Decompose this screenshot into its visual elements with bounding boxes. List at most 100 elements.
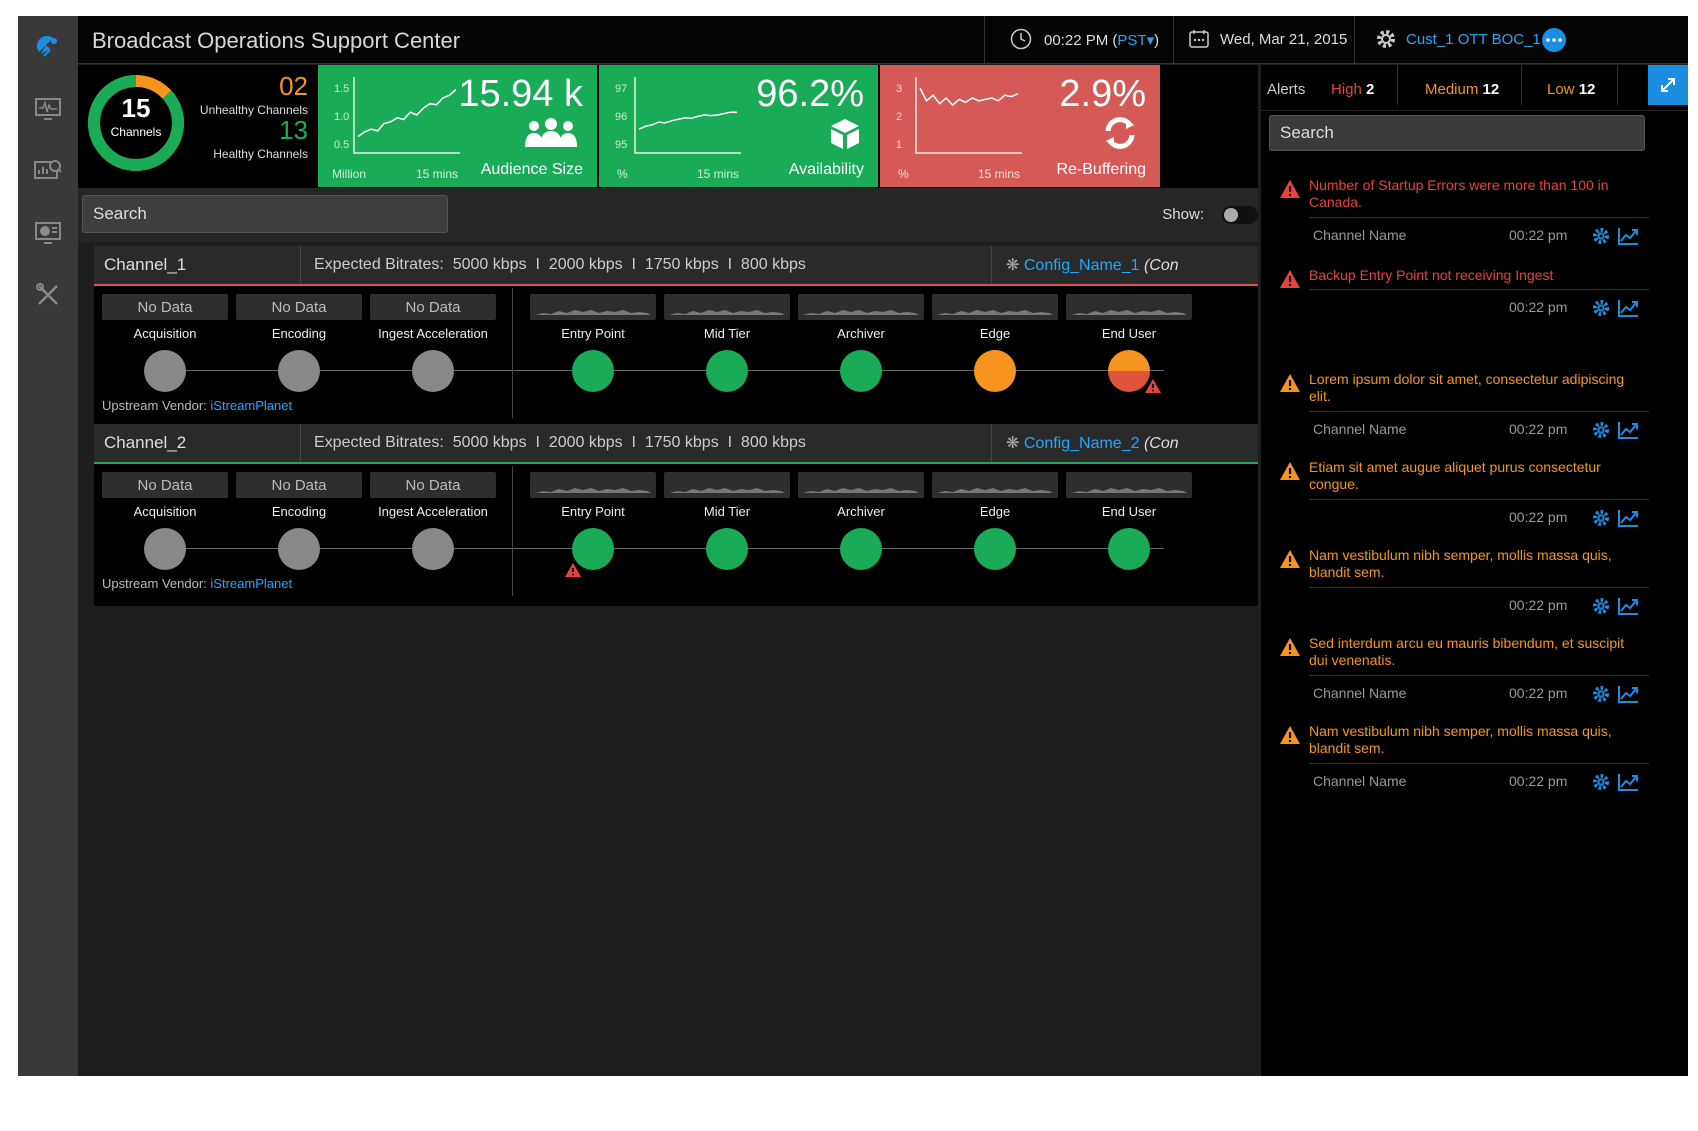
stage-status-dot[interactable] — [840, 528, 882, 570]
alerts-title: Alerts — [1267, 81, 1306, 98]
top-bar: Broadcast Operations Support Center 00:2… — [78, 16, 1688, 64]
monitor-dashboard-icon[interactable] — [31, 216, 65, 250]
stage-status-dot[interactable] — [412, 350, 454, 392]
gear-icon[interactable] — [1591, 596, 1611, 616]
stage-label: Mid Tier — [703, 504, 751, 519]
current-date: Wed, Mar 21, 2015 — [1220, 31, 1348, 48]
satellite-dish-logo-icon[interactable] — [31, 30, 65, 64]
monitor-search-icon[interactable] — [31, 154, 65, 188]
upstream-vendor: Upstream Vendor: iStreamPlanet — [102, 576, 293, 591]
stage-status-dot[interactable] — [840, 350, 882, 392]
traffic-sparkline — [1066, 472, 1192, 498]
stage-acquisition[interactable]: No Data Acquisition — [102, 472, 228, 570]
trend-chart-icon[interactable] — [1617, 508, 1639, 528]
trend-chart-icon[interactable] — [1617, 596, 1639, 616]
stage-status-dot[interactable] — [706, 350, 748, 392]
stage-edge[interactable]: Edge — [932, 472, 1058, 570]
trend-chart-icon[interactable] — [1617, 684, 1639, 704]
stage-status-dot[interactable] — [706, 528, 748, 570]
stage-mid-tier[interactable]: Mid Tier — [664, 294, 790, 392]
stage-label: Ingest Acceleration — [378, 326, 488, 341]
stage-ingest-acceleration[interactable]: No Data Ingest Acceleration — [370, 472, 496, 570]
timezone-select[interactable]: PST▾ — [1117, 32, 1154, 49]
vendor-link[interactable]: iStreamPlanet — [210, 576, 292, 591]
tab-high[interactable]: High 2 — [1331, 81, 1374, 98]
channel-name[interactable]: Channel_1 — [104, 255, 186, 275]
rebuffering-caption: Re-Buffering — [1056, 161, 1146, 178]
stage-edge[interactable]: Edge — [932, 294, 1058, 392]
gear-icon[interactable] — [1591, 684, 1611, 704]
channel-header[interactable]: Channel_1 Expected Bitrates: 5000 kbps I … — [94, 246, 1258, 284]
unit-label: Million — [332, 167, 367, 181]
stage-status-dot[interactable] — [278, 528, 320, 570]
stage-status-dot[interactable] — [144, 350, 186, 392]
traffic-sparkline — [530, 472, 656, 498]
availability-tile[interactable]: 97 96 95 % 15 mins 96.2% Availability — [599, 65, 878, 187]
audience-sparkline — [353, 77, 460, 154]
config-link[interactable]: ❋ Config_Name_2 (Con — [1006, 433, 1179, 453]
monitor-waveform-icon[interactable] — [31, 92, 65, 126]
divider — [300, 424, 301, 462]
stage-acquisition[interactable]: No Data Acquisition — [102, 294, 228, 392]
account-name[interactable]: Cust_1 OTT BOC_1 — [1406, 31, 1541, 48]
channel-header[interactable]: Channel_2 Expected Bitrates: 5000 kbps I … — [94, 424, 1258, 462]
stage-mid-tier[interactable]: Mid Tier — [664, 472, 790, 570]
stage-entry-point[interactable]: Entry Point — [530, 294, 656, 392]
stage-ingest-acceleration[interactable]: No Data Ingest Acceleration — [370, 294, 496, 392]
show-toggle[interactable] — [1222, 206, 1258, 224]
divider — [1173, 16, 1174, 64]
channel-name[interactable]: Channel_2 — [104, 433, 186, 453]
trend-chart-icon[interactable] — [1617, 226, 1639, 246]
no-data-chip: No Data — [236, 294, 362, 320]
gear-icon[interactable] — [1374, 27, 1398, 56]
gear-icon[interactable] — [1591, 298, 1611, 318]
toggle-knob — [1224, 208, 1238, 222]
stage-status-dot[interactable] — [974, 528, 1016, 570]
stage-archiver[interactable]: Archiver — [798, 294, 924, 392]
y-tick: 1.5 — [334, 83, 350, 95]
audience-value: 15.94 k — [458, 73, 583, 115]
alert-message: Number of Startup Errors were more than … — [1309, 177, 1609, 210]
stage-entry-point[interactable]: Entry Point — [530, 472, 656, 577]
expand-button[interactable] — [1648, 65, 1688, 105]
stage-status-dot[interactable] — [144, 528, 186, 570]
stage-end-user[interactable]: End User — [1066, 472, 1192, 570]
audience-size-tile[interactable]: 1.5 1.0 0.5 Million 15 mins 15.94 k Audi… — [318, 65, 597, 187]
warning-icon — [1280, 180, 1300, 198]
stage-end-user[interactable]: End User — [1066, 294, 1192, 393]
stage-status-dot[interactable] — [278, 350, 320, 392]
expected-bitrates: Expected Bitrates: 5000 kbps I 2000 kbps… — [314, 256, 806, 273]
gear-icon[interactable] — [1591, 226, 1611, 246]
stage-encoding[interactable]: No Data Encoding — [236, 294, 362, 392]
vendor-link[interactable]: iStreamPlanet — [210, 398, 292, 413]
channel-search-input[interactable] — [82, 195, 448, 233]
stage-status-dot[interactable] — [974, 350, 1016, 392]
alert-time: 00:22 pm — [1509, 421, 1568, 437]
trend-chart-icon[interactable] — [1617, 298, 1639, 318]
tools-icon[interactable] — [31, 278, 65, 312]
stage-status-dot[interactable] — [412, 528, 454, 570]
stage-status-dot[interactable] — [572, 350, 614, 392]
stage-encoding[interactable]: No Data Encoding — [236, 472, 362, 570]
tab-medium[interactable]: Medium 12 — [1425, 81, 1499, 98]
tab-low[interactable]: Low 12 — [1547, 81, 1595, 98]
warning-icon — [1280, 462, 1300, 480]
gear-icon[interactable] — [1591, 772, 1611, 792]
availability-caption: Availability — [788, 161, 864, 178]
unit-label: % — [617, 167, 628, 181]
trend-chart-icon[interactable] — [1617, 772, 1639, 792]
alert-search-input[interactable] — [1269, 115, 1645, 151]
traffic-sparkline — [664, 294, 790, 320]
stage-archiver[interactable]: Archiver — [798, 472, 924, 570]
app-title: Broadcast Operations Support Center — [92, 28, 461, 53]
more-options-icon[interactable] — [1542, 28, 1566, 52]
stage-status-dot[interactable] — [1108, 528, 1150, 570]
trend-chart-icon[interactable] — [1617, 420, 1639, 440]
divider — [1354, 16, 1355, 64]
gear-icon[interactable] — [1591, 420, 1611, 440]
total-channels-label: Channels — [110, 125, 162, 139]
gear-icon[interactable] — [1591, 508, 1611, 528]
channel-health-tile[interactable]: 15 Channels 02 Unhealthy Channels 13 Hea… — [78, 65, 318, 187]
config-link[interactable]: ❋ Config_Name_1 (Con — [1006, 255, 1179, 275]
rebuffering-tile[interactable]: 3 2 1 % 15 mins 2.9% Re-Buffering — [880, 65, 1160, 187]
